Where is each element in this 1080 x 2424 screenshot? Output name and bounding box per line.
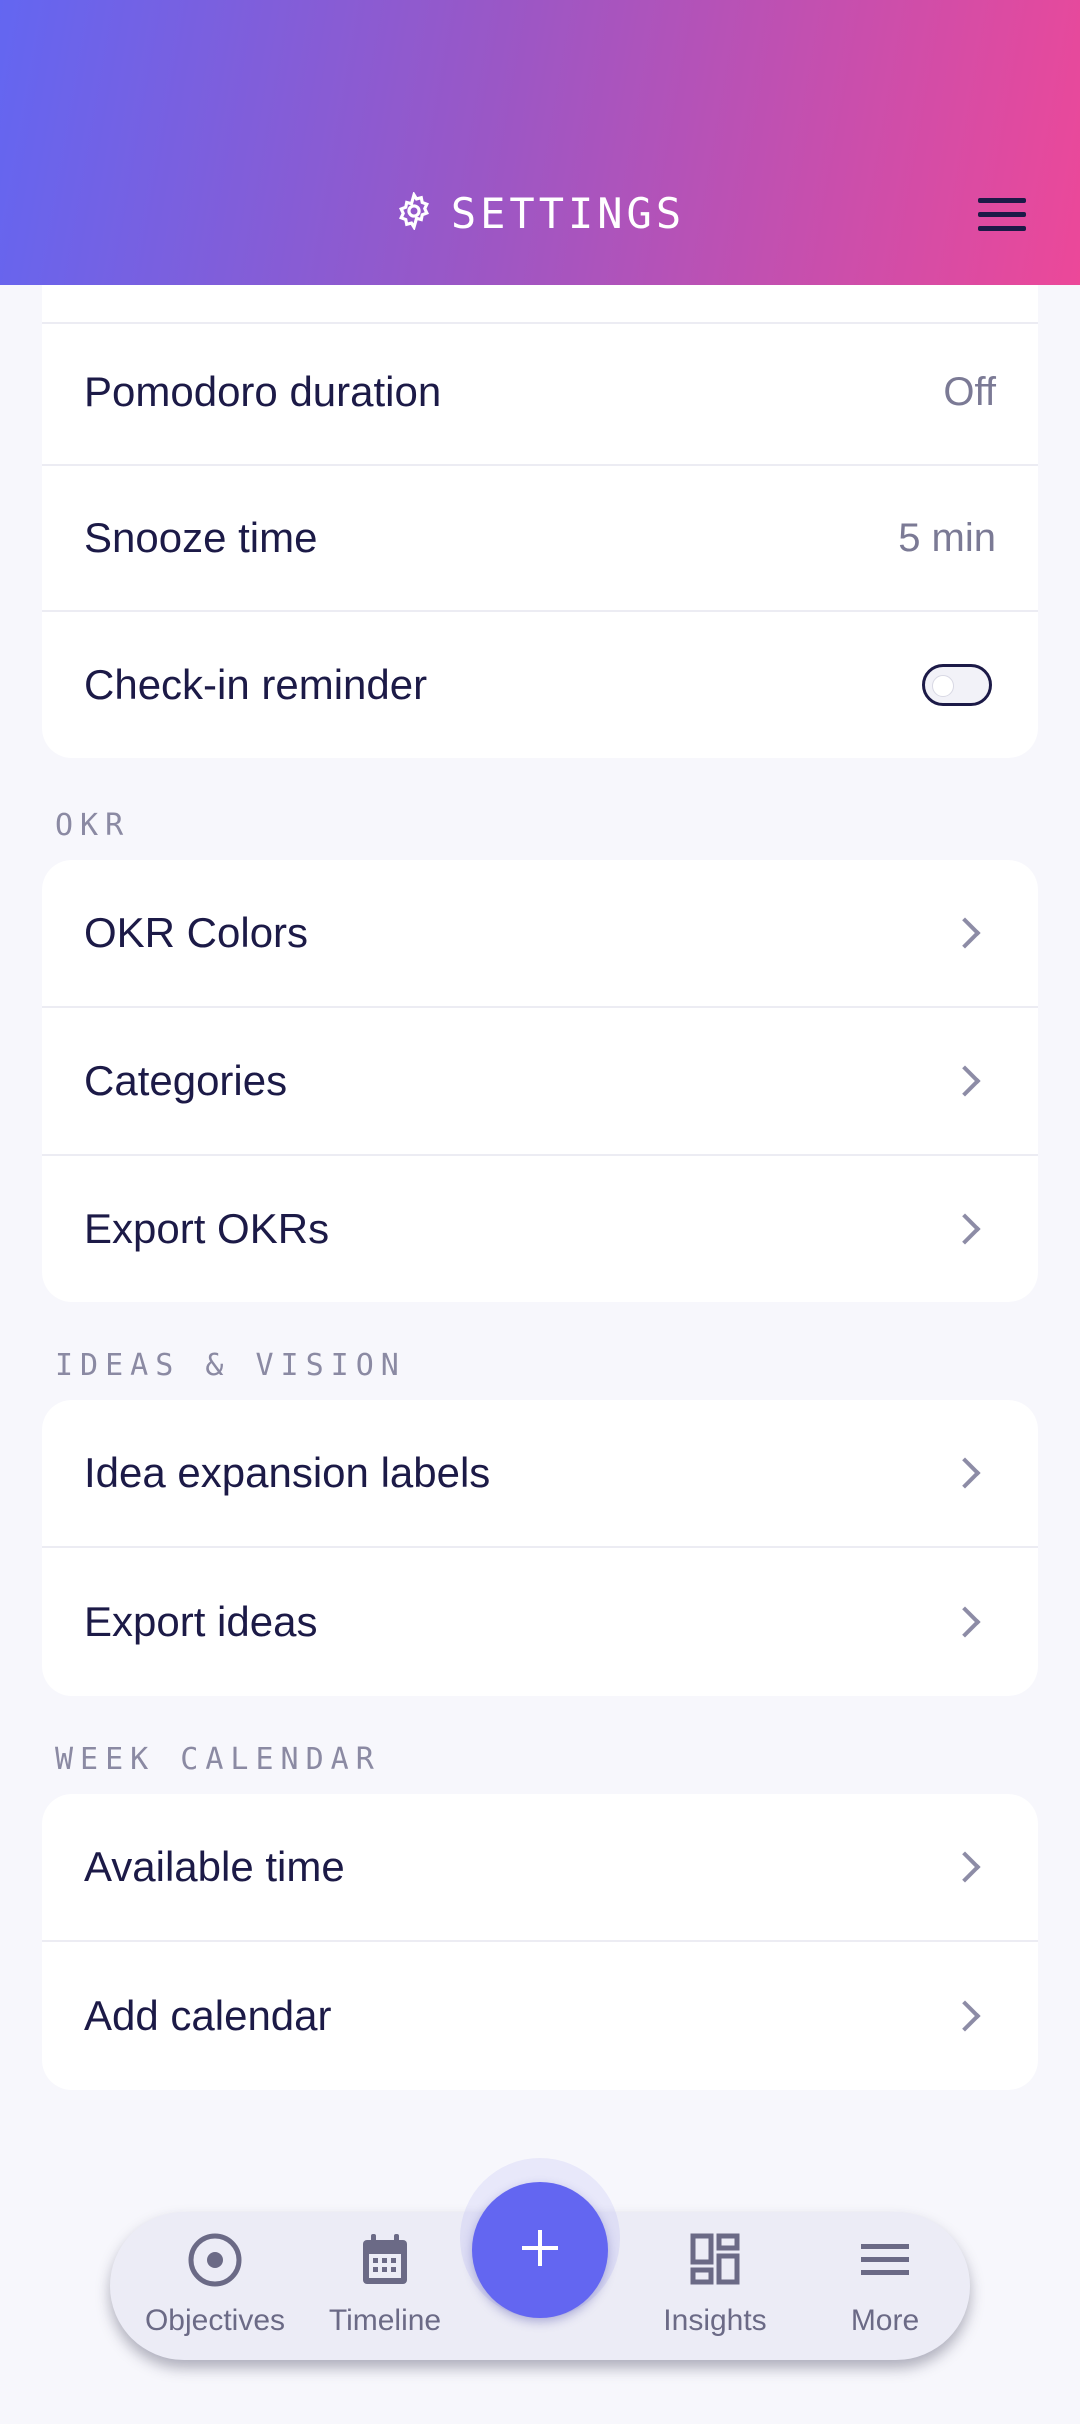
hamburger-menu-icon[interactable] [978,190,1034,238]
okr-card: OKR Colors Categories Export OKRs [42,860,1038,1302]
plus-icon [518,2226,562,2275]
row-value: 5 min [898,515,996,560]
nav-label: More [850,2304,920,2337]
timer-settings-card: Pomodoro duration Off Snooze time 5 min … [42,250,1038,758]
target-icon [185,2230,245,2290]
chevron-right-icon [949,1851,981,1883]
row-label: Check-in reminder [84,661,428,708]
row-value: Off [943,369,996,414]
chevron-right-icon [949,1065,981,1097]
section-title-okr: OKR [55,808,131,843]
calendar-card: Available time Add calendar [42,1794,1038,2090]
menu-lines-icon [855,2230,915,2290]
row-label: Idea expansion labels [84,1449,491,1496]
nav-item-objectives[interactable]: Objectives [130,2230,300,2350]
chevron-right-icon [949,1606,981,1638]
chevron-right-icon [949,1457,981,1489]
section-title-ideas: IDEAS & VISION [55,1348,406,1383]
section-title-calendar: WEEK CALENDAR [55,1742,381,1777]
row-label: Available time [84,1843,345,1890]
row-label: OKR Colors [84,909,309,956]
check-in-reminder-toggle[interactable] [922,664,992,706]
categories-row[interactable]: Categories [42,1008,1038,1156]
check-in-reminder-row: Check-in reminder [42,612,1038,758]
available-time-row[interactable]: Available time [42,1794,1038,1942]
gear-icon [395,190,433,235]
nav-label: Timeline [328,2304,442,2337]
app-header: SETTINGS [0,0,1080,285]
row-label: Export ideas [84,1598,318,1645]
dashboard-icon [685,2230,745,2290]
row-label: Categories [84,1057,288,1104]
header-title: SETTINGS [0,185,1080,241]
nav-item-more[interactable]: More [800,2230,970,2350]
chevron-right-icon [949,2000,981,2032]
ideas-card: Idea expansion labels Export ideas [42,1400,1038,1696]
snooze-time-row[interactable]: Snooze time 5 min [42,466,1038,612]
row-label: Export OKRs [84,1205,330,1252]
row-label: Snooze time [84,514,318,561]
idea-expansion-labels-row[interactable]: Idea expansion labels [42,1400,1038,1548]
page-title: SETTINGS [450,188,686,238]
pomodoro-duration-row[interactable]: Pomodoro duration Off [42,320,1038,466]
row-label: Pomodoro duration [84,368,442,415]
okr-colors-row[interactable]: OKR Colors [42,860,1038,1008]
nav-item-insights[interactable]: Insights [630,2230,800,2350]
add-button[interactable] [472,2182,608,2318]
add-calendar-row[interactable]: Add calendar [42,1942,1038,2090]
nav-label: Insights [663,2304,767,2337]
export-ideas-row[interactable]: Export ideas [42,1548,1038,1696]
nav-item-timeline[interactable]: Timeline [300,2230,470,2350]
calendar-icon [355,2230,415,2290]
chevron-right-icon [949,917,981,949]
nav-label: Objectives [144,2304,286,2337]
chevron-right-icon [949,1213,981,1245]
row-label: Add calendar [84,1992,332,2039]
export-okrs-row[interactable]: Export OKRs [42,1156,1038,1302]
